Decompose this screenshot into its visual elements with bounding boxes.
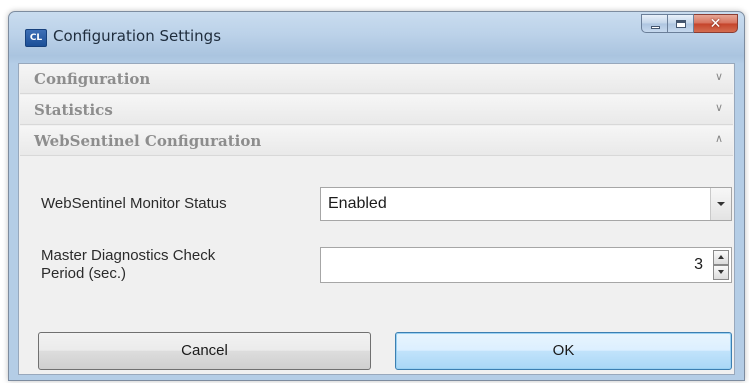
window-title: Configuration Settings: [53, 27, 222, 45]
section-title: WebSentinel Configuration: [34, 132, 262, 150]
monitor-status-label: WebSentinel Monitor Status: [41, 195, 227, 212]
chevron-down-icon: ∨: [714, 101, 723, 114]
stepper-value[interactable]: 3: [694, 256, 703, 274]
check-period-label-line1: Master Diagnostics Check: [41, 247, 216, 264]
dropdown-selected-value: Enabled: [328, 195, 387, 212]
arrow-up-icon: [718, 255, 724, 259]
app-icon: CL: [25, 29, 47, 47]
close-icon: ✕: [709, 16, 722, 32]
check-period-label: Master Diagnostics Check Period (sec.): [41, 247, 215, 283]
maximize-icon: [676, 20, 686, 28]
cancel-button[interactable]: Cancel: [38, 332, 371, 370]
dropdown-arrow-button[interactable]: [710, 188, 731, 220]
close-button[interactable]: ✕: [694, 14, 738, 33]
chevron-down-icon: ∨: [714, 70, 723, 83]
increment-button[interactable]: [713, 250, 729, 265]
minimize-icon: [651, 26, 660, 29]
chevron-down-icon: [717, 202, 725, 206]
decrement-button[interactable]: [713, 265, 729, 280]
maximize-button[interactable]: [668, 14, 694, 33]
section-header-statistics[interactable]: Statistics ∨: [20, 95, 733, 125]
check-period-stepper[interactable]: 3: [320, 247, 732, 283]
section-header-configuration[interactable]: Configuration ∨: [20, 64, 733, 94]
dialog-content: Configuration ∨ Statistics ∨ WebSentinel…: [18, 63, 735, 375]
configuration-settings-window: CL Configuration Settings ✕ Configuratio…: [8, 11, 745, 381]
section-title: Statistics: [34, 101, 113, 119]
title-bar[interactable]: CL Configuration Settings ✕: [9, 12, 744, 62]
check-period-label-line2: Period (sec.): [41, 265, 127, 282]
monitor-status-dropdown[interactable]: Enabled: [320, 187, 732, 221]
ok-button[interactable]: OK: [395, 332, 732, 370]
arrow-down-icon: [718, 270, 724, 274]
section-title: Configuration: [34, 70, 151, 88]
chevron-up-icon: ∧: [714, 132, 723, 145]
window-controls: ✕: [641, 14, 738, 34]
minimize-button[interactable]: [641, 14, 668, 33]
section-header-websentinel[interactable]: WebSentinel Configuration ∧: [20, 126, 733, 156]
